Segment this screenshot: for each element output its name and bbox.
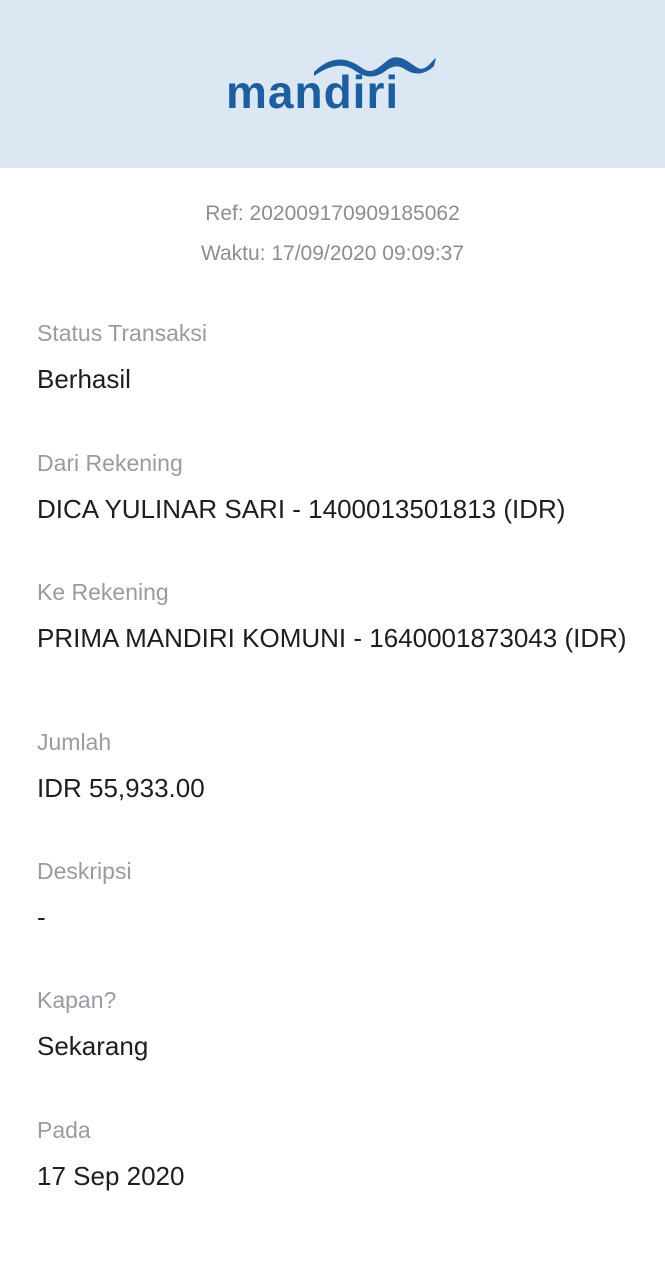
field-label: Pada bbox=[37, 1117, 91, 1143]
field-date: Pada 17 Sep 2020 bbox=[37, 1115, 637, 1193]
field-value: Berhasil bbox=[37, 364, 131, 394]
field-label: Ke Rekening bbox=[37, 579, 169, 605]
reference-number: Ref: 202009170909185062 bbox=[205, 202, 460, 225]
header-banner: mandiri bbox=[0, 0, 665, 168]
logo-wordmark: mandiri bbox=[226, 66, 400, 118]
field-value: IDR 55,933.00 bbox=[37, 773, 205, 803]
field-status: Status Transaksi Berhasil bbox=[37, 318, 637, 396]
field-when: Kapan? Sekarang bbox=[37, 985, 637, 1063]
field-label: Deskripsi bbox=[37, 858, 132, 884]
field-value: DICA YULINAR SARI - 1400013501813 (IDR) bbox=[37, 494, 566, 524]
field-label: Dari Rekening bbox=[37, 450, 183, 476]
field-from-account: Dari Rekening DICA YULINAR SARI - 140001… bbox=[37, 448, 637, 526]
field-to-account: Ke Rekening PRIMA MANDIRI KOMUNI - 16400… bbox=[37, 577, 637, 655]
field-label: Jumlah bbox=[37, 729, 112, 755]
field-label: Status Transaksi bbox=[37, 320, 208, 346]
transaction-time: Waktu: 17/09/2020 09:09:37 bbox=[200, 242, 465, 265]
field-value: - bbox=[37, 902, 46, 932]
mandiri-logo: mandiri bbox=[226, 52, 440, 116]
field-description: Deskripsi - bbox=[37, 856, 637, 934]
field-value: Sekarang bbox=[37, 1031, 149, 1061]
field-value: PRIMA MANDIRI KOMUNI - 1640001873043 (ID… bbox=[37, 623, 627, 653]
field-label: Kapan? bbox=[37, 987, 117, 1013]
field-amount: Jumlah IDR 55,933.00 bbox=[37, 727, 637, 805]
field-value: 17 Sep 2020 bbox=[37, 1161, 185, 1191]
